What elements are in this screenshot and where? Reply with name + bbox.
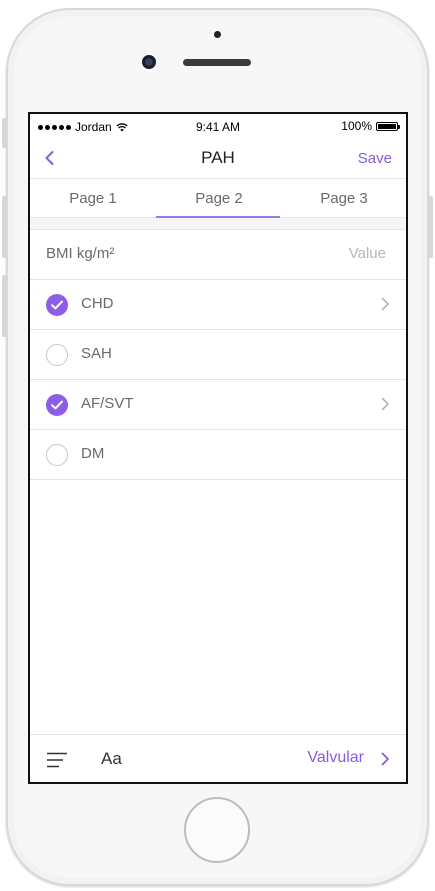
- status-bar: Jordan 9:41 AM 100%: [30, 114, 406, 138]
- list-item-af-svt[interactable]: AF/SVT: [30, 380, 406, 430]
- proximity-sensor: [214, 31, 221, 38]
- checkmark-icon: [51, 300, 63, 310]
- font-size-button[interactable]: Aa: [101, 749, 122, 769]
- tab-page-2[interactable]: Page 2: [156, 179, 282, 218]
- mute-switch: [2, 118, 7, 148]
- chevron-right-icon[interactable]: [380, 397, 390, 411]
- chevron-right-icon[interactable]: [380, 297, 390, 311]
- list-item-label: SAH: [81, 345, 112, 362]
- tab-page-3[interactable]: Page 3: [282, 179, 406, 218]
- checkbox-sah[interactable]: [46, 344, 68, 366]
- bmi-value-input[interactable]: [264, 244, 388, 263]
- home-button[interactable]: [184, 797, 250, 863]
- page-title: PAH: [201, 148, 235, 167]
- checkbox-chd[interactable]: [46, 294, 68, 316]
- list-item-label: DM: [81, 445, 105, 462]
- front-camera: [142, 55, 156, 69]
- bottom-toolbar: Aa Valvular: [30, 734, 406, 782]
- section-spacer: [30, 218, 406, 230]
- list-item-chd[interactable]: CHD: [30, 280, 406, 330]
- checkbox-dm[interactable]: [46, 444, 68, 466]
- app-screen: Jordan 9:41 AM 100% PAH Save Page 1 Page…: [28, 112, 408, 784]
- page-tabs: Page 1 Page 2 Page 3: [30, 178, 406, 218]
- battery-icon: [376, 121, 400, 131]
- list-item-dm[interactable]: DM: [30, 430, 406, 480]
- earpiece-speaker: [183, 59, 251, 66]
- menu-lines-icon[interactable]: [46, 752, 68, 768]
- bmi-row: BMI kg/m²: [30, 230, 406, 280]
- volume-up-button: [2, 196, 7, 258]
- battery-percent: 100%: [341, 119, 372, 133]
- bmi-label: BMI kg/m²: [46, 245, 115, 262]
- list-item-sah[interactable]: SAH: [30, 330, 406, 380]
- power-button: [428, 196, 433, 258]
- list-item-label: CHD: [81, 295, 114, 312]
- list-item-label: AF/SVT: [81, 395, 134, 412]
- navigation-bar: PAH Save: [30, 138, 406, 178]
- checkmark-icon: [51, 400, 63, 410]
- valvular-button[interactable]: Valvular: [307, 749, 364, 767]
- chevron-right-icon[interactable]: [380, 752, 390, 766]
- volume-down-button: [2, 275, 7, 337]
- checkbox-af-svt[interactable]: [46, 394, 68, 416]
- save-button[interactable]: Save: [358, 150, 392, 167]
- tab-page-1[interactable]: Page 1: [30, 179, 156, 218]
- battery-info: 100%: [341, 119, 400, 133]
